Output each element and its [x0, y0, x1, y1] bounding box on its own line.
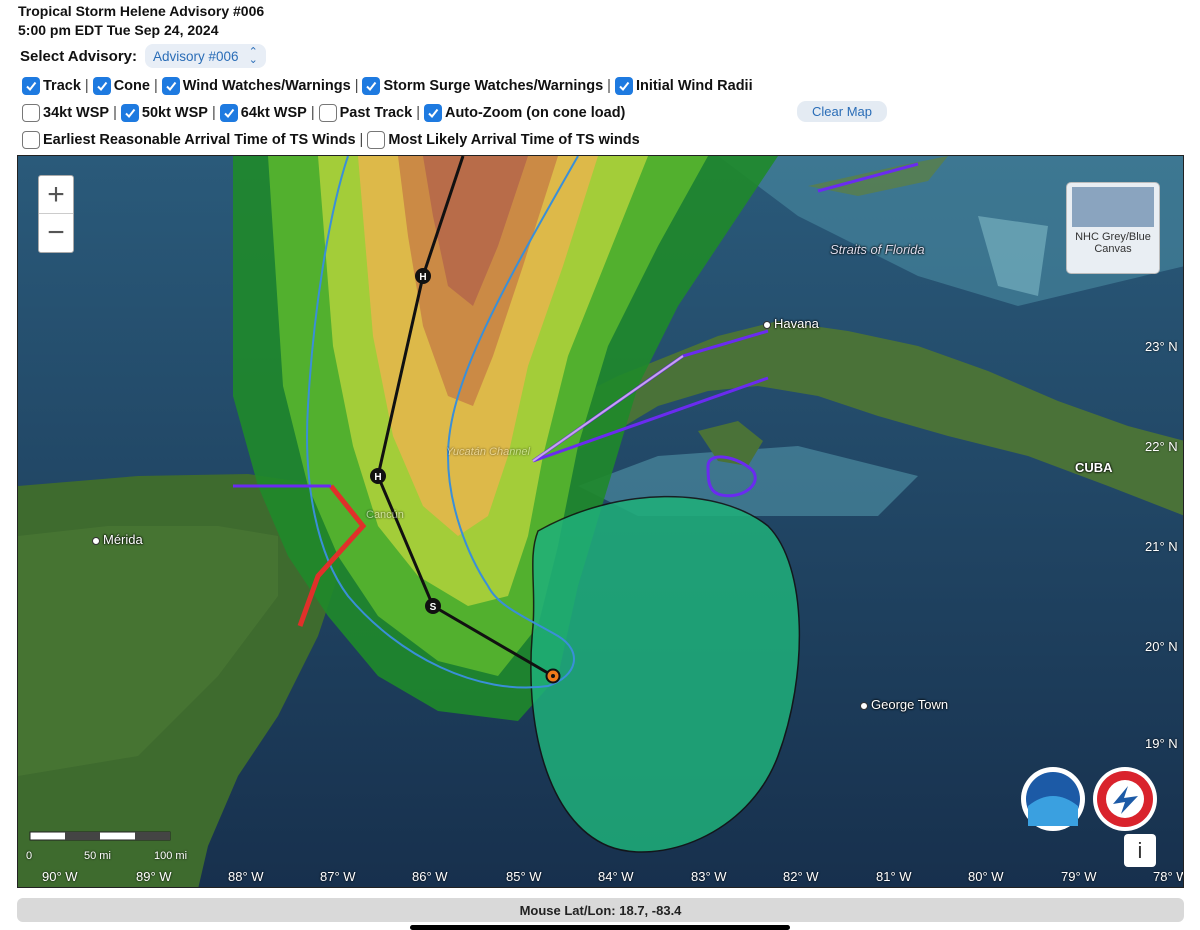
surge-watches-label[interactable]: Storm Surge Watches/Warnings	[383, 78, 603, 94]
lon-label-78: 78° W	[1153, 869, 1183, 884]
select-advisory-label: Select Advisory:	[20, 47, 137, 65]
lon-label-82: 82° W	[783, 869, 819, 884]
wsp64-label[interactable]: 64kt WSP	[241, 105, 307, 121]
mouse-position-label: Mouse Lat/Lon:	[519, 902, 616, 918]
info-button[interactable]: i	[1124, 834, 1156, 867]
havana-text: Havana	[774, 316, 819, 331]
lon-label-88: 88° W	[228, 869, 264, 884]
lat-label-20: 20° N	[1145, 639, 1178, 654]
merida-text: Mérida	[103, 532, 143, 547]
forecast-map[interactable]: H H S + − NHC Grey/Blue Canvas Straits o…	[17, 155, 1184, 888]
advisory-select[interactable]: Advisory #006 ⌃ ⌄	[145, 44, 266, 68]
wsp50-label[interactable]: 50kt WSP	[142, 105, 208, 121]
track-point-s-label: S	[430, 602, 437, 613]
basemap-label: NHC Grey/Blue Canvas	[1075, 231, 1151, 255]
lat-label-19: 19° N	[1145, 736, 1178, 751]
basemap-toggle-button[interactable]: NHC Grey/Blue Canvas	[1066, 182, 1160, 274]
track-point-h2-label: H	[374, 472, 381, 483]
options-row-2: 34kt WSP | 50kt WSP | 64kt WSP | Past Track…	[22, 104, 625, 122]
mouse-position-value: 18.7, -83.4	[619, 902, 682, 918]
zoom-control: + −	[38, 175, 74, 253]
basemap-thumbnail	[1072, 187, 1154, 227]
advisory-select-row: Select Advisory: Advisory #006 ⌃ ⌄	[20, 44, 266, 68]
options-row-3: Earliest Reasonable Arrival Time of TS W…	[22, 131, 640, 149]
lon-label-83: 83° W	[691, 869, 727, 884]
map-canvas[interactable]: H H S	[18, 156, 1184, 888]
track-point-s: S	[425, 598, 441, 614]
wsp34-checkbox[interactable]	[22, 104, 40, 122]
earliest-arrival-checkbox[interactable]	[22, 131, 40, 149]
advisory-title: Tropical Storm Helene Advisory #006 5:00…	[18, 2, 264, 40]
track-point-h2: H	[370, 468, 386, 484]
havana-dot	[763, 320, 771, 329]
past-track-checkbox[interactable]	[318, 104, 337, 122]
likely-arrival-label[interactable]: Most Likely Arrival Time of TS winds	[388, 132, 639, 148]
advisory-title-line2: 5:00 pm EDT Tue Sep 24, 2024	[18, 22, 219, 38]
lat-label-21: 21° N	[1145, 539, 1178, 554]
lon-label-79: 79° W	[1061, 869, 1097, 884]
wind-watches-checkbox[interactable]	[161, 77, 180, 95]
wsp50-checkbox[interactable]	[120, 104, 139, 122]
lon-label-84: 84° W	[598, 869, 634, 884]
track-point-h1-label: H	[419, 272, 426, 283]
wsp34-label[interactable]: 34kt WSP	[43, 105, 109, 121]
track-checkbox[interactable]	[22, 77, 40, 95]
auto-zoom-label[interactable]: Auto-Zoom (on cone load)	[445, 105, 625, 121]
select-chevron-icon: ⌃ ⌄	[248, 46, 258, 66]
george-town-dot	[860, 701, 868, 710]
merida-dot	[92, 536, 100, 545]
scale-label-50: 50 mi	[84, 850, 111, 862]
nws-logo	[1093, 767, 1157, 831]
past-track-label[interactable]: Past Track	[340, 105, 413, 121]
scale-label-100: 100 mi	[154, 850, 188, 862]
auto-zoom-checkbox[interactable]	[423, 104, 442, 122]
lon-label-80: 80° W	[968, 869, 1004, 884]
scale-bar	[29, 831, 171, 841]
clear-map-button[interactable]: Clear Map	[797, 101, 887, 122]
initial-radii-checkbox[interactable]	[614, 77, 633, 95]
advisory-title-line1: Tropical Storm Helene Advisory #006	[18, 3, 265, 19]
scale-label-0: 0	[26, 850, 33, 862]
current-position-center	[551, 674, 555, 678]
yucatan-channel-label: Yucatán Channel	[446, 446, 530, 458]
lat-label-23: 23° N	[1145, 339, 1178, 354]
lon-label-90: 90° W	[42, 869, 78, 884]
george-town-text: George Town	[871, 697, 949, 712]
cuba-label: CUBA	[1075, 460, 1113, 475]
lon-label-81: 81° W	[876, 869, 912, 884]
initial-radii-label[interactable]: Initial Wind Radii	[636, 78, 753, 94]
cancun-label: Cancún	[366, 509, 404, 521]
zoom-out-button[interactable]: −	[39, 214, 73, 251]
lon-label-85: 85° W	[506, 869, 542, 884]
havana-label: Havana	[763, 316, 819, 331]
earliest-arrival-label[interactable]: Earliest Reasonable Arrival Time of TS W…	[43, 132, 356, 148]
lon-label-89: 89° W	[136, 869, 172, 884]
track-label[interactable]: Track	[43, 78, 81, 94]
wsp64-checkbox[interactable]	[219, 104, 238, 122]
surge-watches-checkbox[interactable]	[362, 77, 381, 95]
home-indicator	[410, 925, 790, 930]
zoom-in-button[interactable]: +	[39, 176, 73, 214]
george-town-label: George Town	[860, 697, 948, 712]
track-point-h1: H	[415, 268, 431, 284]
straits-label: Straits of Florida	[830, 242, 925, 257]
mouse-position-bar: Mouse Lat/Lon: 18.7, -83.4	[17, 898, 1184, 922]
lon-label-87: 87° W	[320, 869, 356, 884]
likely-arrival-checkbox[interactable]	[367, 131, 386, 149]
merida-label: Mérida	[92, 532, 143, 547]
noaa-logo	[1021, 767, 1085, 831]
lat-label-22: 22° N	[1145, 439, 1178, 454]
wind-watches-label[interactable]: Wind Watches/Warnings	[183, 78, 351, 94]
cone-checkbox[interactable]	[92, 77, 111, 95]
cone-label[interactable]: Cone	[114, 78, 150, 94]
lon-label-86: 86° W	[412, 869, 448, 884]
advisory-select-value: Advisory #006	[153, 48, 239, 64]
options-row-1: Track | Cone | Wind Watches/Warnings | Stor…	[22, 77, 753, 95]
